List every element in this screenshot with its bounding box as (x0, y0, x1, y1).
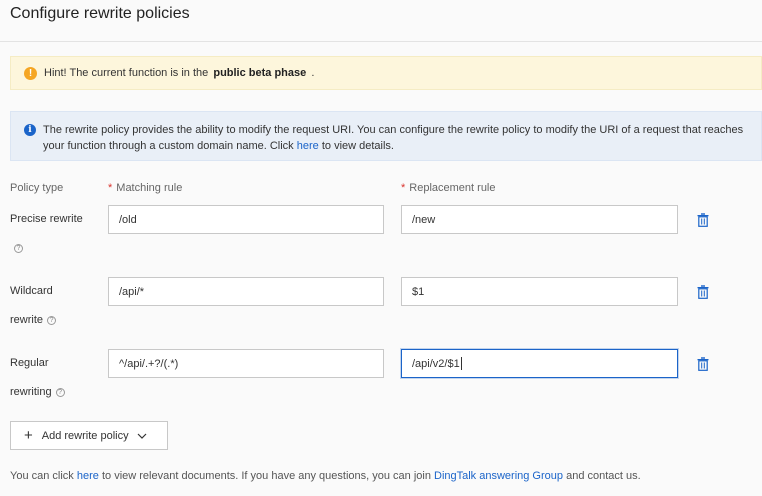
delete-rule-icon[interactable] (697, 357, 709, 371)
help-icon[interactable]: ? (14, 244, 23, 253)
matching-rule-input[interactable]: /api/* (108, 277, 384, 306)
replacement-rule-input[interactable]: $1 (401, 277, 678, 306)
dingtalk-group-link[interactable]: DingTalk answering Group (434, 470, 563, 482)
wildcard-rewrite-label-line1: Wildcard (10, 285, 53, 297)
label-text: rewriting (10, 386, 52, 398)
add-button-label: Add rewrite policy (41, 429, 129, 442)
input-value: $1 (412, 285, 425, 298)
info-text: The rewrite policy provides the ability … (43, 122, 761, 160)
wildcard-rewrite-label-line2: rewrite? (10, 306, 57, 335)
info-icon: i (24, 124, 36, 136)
matching-rule-input[interactable]: /old (108, 205, 384, 234)
required-marker: * (108, 182, 113, 194)
policy-type-header: Policy type (10, 182, 64, 194)
hint-prefix: Hint! The current function is in the (44, 67, 209, 79)
replacement-rule-label: Replacement rule (409, 182, 496, 194)
help-icon[interactable]: ? (55, 387, 65, 397)
matching-rule-label: Matching rule (116, 182, 183, 194)
info-banner: i The rewrite policy provides the abilit… (10, 111, 762, 161)
info-details-link[interactable]: here (297, 140, 319, 152)
input-value: ^/api/.+?/(.*) (119, 357, 179, 370)
page-title: Configure rewrite policies (10, 5, 190, 22)
input-value: /old (119, 213, 137, 226)
regular-rewriting-label-line1: Regular (10, 357, 49, 369)
input-value: /api/* (119, 285, 145, 298)
input-value: /api/v2/$1 (412, 357, 460, 370)
replacement-rule-input[interactable]: /api/v2/$1 (401, 349, 678, 378)
replacement-rule-header: * Replacement rule (401, 182, 496, 194)
footer-middle: to view relevant documents. If you have … (101, 470, 431, 482)
info-text-after: to view details. (321, 140, 394, 152)
delete-rule-icon[interactable] (697, 285, 709, 299)
chevron-down-icon (137, 433, 147, 439)
documents-link[interactable]: here (77, 470, 99, 482)
precise-rewrite-label: Precise rewrite (10, 213, 83, 225)
delete-rule-icon[interactable] (697, 213, 709, 227)
title-divider (0, 41, 762, 42)
exclamation-icon: ! (24, 66, 37, 80)
footer-before: You can click (10, 470, 74, 482)
footer-after: and contact us. (566, 470, 641, 482)
required-marker: * (401, 182, 406, 194)
replacement-rule-input[interactable]: /new (401, 205, 678, 234)
hint-text: Hint! The current function is in the pub… (44, 67, 314, 79)
text-caret (460, 357, 462, 370)
beta-hint-banner: ! Hint! The current function is in the p… (10, 56, 762, 90)
hint-suffix: . (311, 67, 315, 79)
plus-icon: + (24, 427, 33, 444)
footer-text: You can click here to view relevant docu… (10, 470, 641, 482)
input-value: /new (412, 213, 436, 226)
matching-rule-input[interactable]: ^/api/.+?/(.*) (108, 349, 384, 378)
add-rewrite-policy-button[interactable]: + Add rewrite policy (10, 421, 168, 450)
regular-rewriting-label-line2: rewriting? (10, 378, 65, 407)
help-icon[interactable]: ? (47, 315, 57, 325)
matching-rule-header: * Matching rule (108, 182, 182, 194)
label-text: rewrite (10, 314, 44, 326)
hint-emphasis: public beta phase (213, 67, 307, 79)
